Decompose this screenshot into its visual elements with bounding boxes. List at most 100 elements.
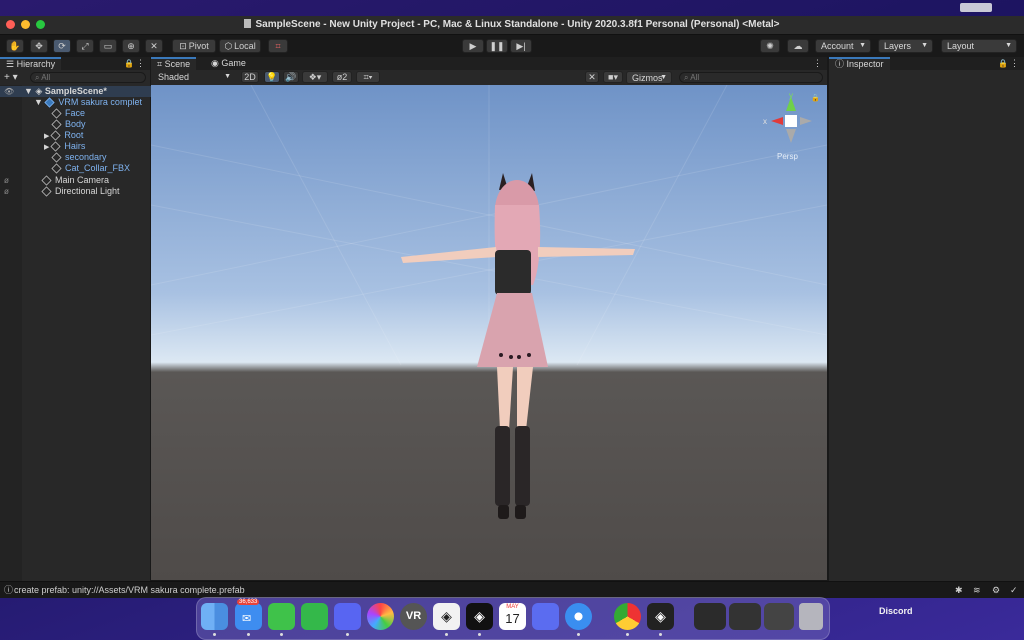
hierarchy-panel: ☰ Hierarchy 🔒 ⋮ + ▾ ⌕ All ▼ ◈ SampleScen… bbox=[0, 57, 182, 597]
gizmos-dropdown[interactable]: Gizmos ▼ bbox=[626, 71, 672, 84]
tab-scene[interactable]: ⌗ Scene bbox=[151, 57, 197, 70]
dock-tooltip: Discord bbox=[879, 606, 913, 616]
window-thumbnail-3[interactable] bbox=[764, 603, 794, 630]
pause-button[interactable]: ❚❚ bbox=[486, 39, 508, 53]
custom-tool-button[interactable]: ✕ bbox=[145, 39, 163, 53]
running-indicator bbox=[280, 633, 283, 636]
local-toggle-button[interactable]: ⬡ Local bbox=[219, 39, 261, 53]
scene-search-input[interactable]: ⌕ All bbox=[679, 72, 823, 83]
camera-icon: ■▾ bbox=[608, 71, 618, 82]
hand-tool-button[interactable]: ✋ bbox=[6, 39, 24, 53]
tab-game[interactable]: ◉ Game bbox=[205, 57, 252, 70]
window-title: SampleScene - New Unity Project - PC, Ma… bbox=[0, 19, 1024, 30]
bug-icon[interactable]: ✱ bbox=[955, 582, 963, 598]
transform-tool-button[interactable]: ⊕ bbox=[122, 39, 140, 53]
facetime-icon[interactable] bbox=[301, 603, 328, 630]
hidden-eye-icon[interactable]: ø bbox=[4, 175, 9, 186]
running-indicator bbox=[213, 633, 216, 636]
tab-hierarchy[interactable]: ☰ Hierarchy bbox=[0, 57, 62, 70]
checkmark-icon[interactable]: ✓ bbox=[1010, 582, 1018, 598]
prefab-icon bbox=[44, 97, 56, 108]
window-thumbnail-2[interactable] bbox=[729, 603, 761, 630]
macos-dock: 36,633 ✉ VR ◈ ◈ MAY 17 ◈ bbox=[196, 597, 830, 640]
info-icon: ⓘ bbox=[835, 59, 847, 69]
pause-icon: ❚❚ bbox=[489, 40, 505, 51]
finder-icon[interactable] bbox=[201, 603, 228, 630]
grid-snap-button[interactable]: ⌗ bbox=[268, 39, 288, 53]
lighting-toggle-button[interactable]: 💡 bbox=[264, 71, 280, 83]
2d-toggle-button[interactable]: 2D bbox=[241, 71, 259, 83]
messages-icon[interactable] bbox=[268, 603, 295, 630]
running-indicator bbox=[577, 633, 580, 636]
unity-icon[interactable]: ◈ bbox=[466, 603, 493, 630]
effects-dropdown[interactable]: ❖▾ bbox=[302, 71, 328, 83]
eye-icon[interactable]: 👁 bbox=[4, 86, 14, 97]
collab-button[interactable]: ✺ bbox=[760, 39, 780, 53]
layers-dropdown[interactable]: Layers ▼ bbox=[878, 39, 933, 53]
lock-icon[interactable]: 🔒 bbox=[811, 94, 820, 102]
rect-icon: ▭ bbox=[103, 40, 113, 51]
pin-icon[interactable]: ⚙ bbox=[992, 582, 1000, 598]
camera-dropdown[interactable]: ■▾ bbox=[603, 71, 623, 83]
list-item[interactable]: ▼ ◈ SampleScene* 👁 ⋮ bbox=[0, 86, 174, 97]
rotate-tool-button[interactable]: ⟳ bbox=[53, 39, 71, 53]
notes-app-icon[interactable] bbox=[532, 603, 559, 630]
gameobject-icon bbox=[51, 119, 62, 130]
photos-icon[interactable] bbox=[367, 603, 394, 630]
running-indicator bbox=[659, 633, 662, 636]
scene-tools-button[interactable]: ✕ bbox=[585, 71, 599, 83]
lock-icon[interactable]: 🔒 bbox=[998, 59, 1008, 68]
unity-editor-icon[interactable]: ◈ bbox=[647, 603, 674, 630]
scale-tool-button[interactable]: ⤢ bbox=[76, 39, 94, 53]
step-button[interactable]: ▶| bbox=[510, 39, 532, 53]
running-indicator bbox=[626, 633, 629, 636]
chevron-down-icon: ▼ bbox=[224, 73, 231, 80]
account-dropdown[interactable]: Account ▼ bbox=[815, 39, 871, 53]
cloud-button[interactable]: ☁ bbox=[787, 39, 809, 53]
running-indicator bbox=[247, 633, 250, 636]
pivot-toggle-button[interactable]: ⊡ Pivot bbox=[172, 39, 216, 53]
gameobject-icon bbox=[41, 186, 52, 197]
scene-panel-header: ⌗ Scene ◉ Game ⋮ Shaded ▼ 2D 💡 🔊 ❖▾ ø2 ⌗▾… bbox=[151, 57, 827, 85]
rotate-icon: ⟳ bbox=[58, 40, 66, 51]
hidden-eye-icon[interactable]: ø bbox=[4, 186, 9, 197]
projection-label[interactable]: Persp bbox=[777, 152, 798, 161]
status-message[interactable]: create prefab: unity://Assets/VRM sakura… bbox=[14, 582, 245, 598]
more-options-icon[interactable]: ⋮ bbox=[136, 58, 145, 69]
gameobject-icon bbox=[51, 163, 62, 174]
scene-viewport[interactable]: y x Persp 🔒 bbox=[151, 85, 827, 580]
play-button[interactable]: ▶ bbox=[462, 39, 484, 53]
running-indicator bbox=[346, 633, 349, 636]
rect-tool-button[interactable]: ▭ bbox=[99, 39, 117, 53]
scale-icon: ⤢ bbox=[81, 40, 89, 51]
running-indicator bbox=[445, 633, 448, 636]
grid-snap-icon: ⌗ bbox=[275, 40, 281, 51]
discord-icon[interactable] bbox=[334, 603, 361, 630]
lock-icon[interactable]: 🔒 bbox=[124, 59, 134, 68]
shading-mode-dropdown[interactable]: Shaded ▼ bbox=[153, 71, 235, 84]
create-button[interactable]: + ▾ bbox=[4, 72, 18, 83]
window-thumbnail-1[interactable] bbox=[694, 603, 726, 630]
vr-app-icon[interactable]: VR bbox=[400, 603, 427, 630]
gameobject-icon bbox=[50, 141, 61, 152]
hidden-objects-toggle[interactable]: ø2 bbox=[332, 71, 352, 83]
more-options-icon[interactable]: ⋮ bbox=[813, 58, 822, 69]
audio-toggle-button[interactable]: 🔊 bbox=[283, 71, 299, 83]
move-tool-button[interactable]: ✥ bbox=[30, 39, 48, 53]
tab-inspector[interactable]: ⓘ Inspector bbox=[829, 57, 890, 70]
safari-icon[interactable] bbox=[565, 603, 592, 630]
trash-icon[interactable] bbox=[799, 603, 823, 630]
speaker-icon: 🔊 bbox=[285, 71, 297, 82]
unity-hub-icon[interactable]: ◈ bbox=[433, 603, 460, 630]
layout-dropdown[interactable]: Layout ▼ bbox=[941, 39, 1017, 53]
mail-icon[interactable]: 36,633 ✉ bbox=[235, 599, 262, 630]
hierarchy-search-input[interactable]: ⌕ All bbox=[30, 72, 146, 83]
pivot-icon: ⊡ bbox=[179, 40, 187, 51]
chrome-icon[interactable] bbox=[614, 603, 641, 630]
main-toolbar: ✋ ✥ ⟳ ⤢ ▭ ⊕ ✕ ⊡ Pivot ⬡ Local ⌗ ▶ ❚❚ ▶| ✺ … bbox=[0, 35, 1024, 57]
layers-stack-icon[interactable]: ≋ bbox=[973, 582, 981, 598]
grid-dropdown[interactable]: ⌗▾ bbox=[356, 71, 380, 83]
calendar-icon[interactable]: MAY 17 bbox=[499, 603, 526, 630]
more-options-icon[interactable]: ⋮ bbox=[1010, 58, 1019, 69]
menu-bar-item[interactable] bbox=[960, 3, 992, 12]
